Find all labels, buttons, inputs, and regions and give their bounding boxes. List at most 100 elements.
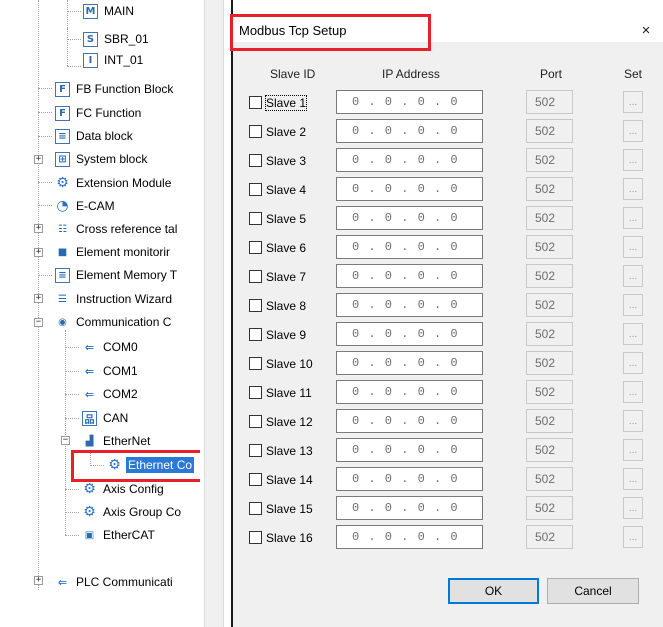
- slave-enable-checkbox[interactable]: [249, 96, 262, 109]
- set-button[interactable]: ...: [623, 381, 643, 403]
- slave-enable-checkbox[interactable]: [249, 299, 262, 312]
- port-input[interactable]: 502: [526, 409, 573, 433]
- port-input[interactable]: 502: [526, 496, 573, 520]
- set-button[interactable]: ...: [623, 468, 643, 490]
- ip-address-input[interactable]: 0 . 0 . 0 . 0: [336, 322, 483, 346]
- collapse-toggle[interactable]: −: [61, 436, 70, 445]
- set-button[interactable]: ...: [623, 236, 643, 258]
- tree-item-data-block[interactable]: ≡ Data block: [55, 126, 135, 146]
- ip-address-input[interactable]: 0 . 0 . 0 . 0: [336, 90, 483, 114]
- port-input[interactable]: 502: [526, 351, 573, 375]
- slave-enable-checkbox[interactable]: [249, 473, 262, 486]
- expand-toggle[interactable]: +: [34, 248, 43, 257]
- slave-enable-checkbox[interactable]: [249, 357, 262, 370]
- ip-address-input[interactable]: 0 . 0 . 0 . 0: [336, 119, 483, 143]
- ip-address-input[interactable]: 0 . 0 . 0 . 0: [336, 380, 483, 404]
- set-button[interactable]: ...: [623, 265, 643, 287]
- ip-address-input[interactable]: 0 . 0 . 0 . 0: [336, 409, 483, 433]
- port-input[interactable]: 502: [526, 177, 573, 201]
- set-button[interactable]: ...: [623, 439, 643, 461]
- dialog-titlebar[interactable]: Modbus Tcp Setup ×: [233, 0, 663, 42]
- cancel-button[interactable]: Cancel: [547, 578, 639, 604]
- ip-address-input[interactable]: 0 . 0 . 0 . 0: [336, 496, 483, 520]
- tree-scrollbar[interactable]: [204, 0, 224, 627]
- ip-address-input[interactable]: 0 . 0 . 0 . 0: [336, 206, 483, 230]
- slave-enable-checkbox[interactable]: [249, 502, 262, 515]
- set-button[interactable]: ...: [623, 410, 643, 432]
- slave-enable-checkbox[interactable]: [249, 444, 262, 457]
- port-input[interactable]: 502: [526, 293, 573, 317]
- tree-item-fc-function[interactable]: F FC Function: [55, 103, 143, 123]
- slave-enable-checkbox[interactable]: [249, 241, 262, 254]
- tree-item-e-cam[interactable]: ◔ E-CAM: [55, 196, 117, 216]
- tree-item-fb-function-block[interactable]: F FB Function Block: [55, 79, 175, 99]
- ip-address-input[interactable]: 0 . 0 . 0 . 0: [336, 438, 483, 462]
- port-input[interactable]: 502: [526, 438, 573, 462]
- expand-toggle[interactable]: +: [34, 224, 43, 233]
- set-button[interactable]: ...: [623, 526, 643, 548]
- slave-enable-checkbox[interactable]: [249, 415, 262, 428]
- set-button[interactable]: ...: [623, 352, 643, 374]
- tree-item-element-memory[interactable]: ≡ Element Memory T: [55, 265, 179, 285]
- port-input[interactable]: 502: [526, 467, 573, 491]
- slave-enable-checkbox[interactable]: [249, 125, 262, 138]
- port-input[interactable]: 502: [526, 322, 573, 346]
- tree-item-com1[interactable]: ⇐ COM1: [82, 361, 140, 381]
- expand-toggle[interactable]: +: [34, 576, 43, 585]
- ip-address-input[interactable]: 0 . 0 . 0 . 0: [336, 293, 483, 317]
- set-button[interactable]: ...: [623, 91, 643, 113]
- tree-item-element-monitoring[interactable]: ■ Element monitorir: [55, 242, 172, 262]
- port-input[interactable]: 502: [526, 264, 573, 288]
- ip-address-input[interactable]: 0 . 0 . 0 . 0: [336, 351, 483, 375]
- port-input[interactable]: 502: [526, 90, 573, 114]
- tree-item-axis-config[interactable]: ⚙ Axis Config: [82, 479, 166, 499]
- collapse-toggle[interactable]: −: [34, 318, 43, 327]
- port-input[interactable]: 502: [526, 380, 573, 404]
- port-input[interactable]: 502: [526, 148, 573, 172]
- tree-item-main[interactable]: M MAIN: [83, 1, 136, 21]
- ip-address-input[interactable]: 0 . 0 . 0 . 0: [336, 264, 483, 288]
- slave-enable-checkbox[interactable]: [249, 386, 262, 399]
- slave-enable-checkbox[interactable]: [249, 328, 262, 341]
- port-input[interactable]: 502: [526, 206, 573, 230]
- tree-item-ethernet[interactable]: ▟ EtherNet: [82, 431, 152, 451]
- set-button[interactable]: ...: [623, 120, 643, 142]
- tree-item-system-block[interactable]: ⊞ System block: [55, 149, 149, 169]
- slave-enable-checkbox[interactable]: [249, 531, 262, 544]
- tree-item-axis-group-config[interactable]: ⚙ Axis Group Co: [82, 502, 183, 522]
- slave-enable-checkbox[interactable]: [249, 212, 262, 225]
- tree-item-com0[interactable]: ⇐ COM0: [82, 337, 140, 357]
- ip-address-input[interactable]: 0 . 0 . 0 . 0: [336, 525, 483, 549]
- tree-item-ethernet-config[interactable]: ⚙ Ethernet Co: [107, 455, 195, 475]
- tree-splitter[interactable]: [200, 0, 232, 627]
- tree-item-sbr01[interactable]: S SBR_01: [83, 29, 151, 49]
- set-button[interactable]: ...: [623, 323, 643, 345]
- set-button[interactable]: ...: [623, 294, 643, 316]
- slave-enable-checkbox[interactable]: [249, 154, 262, 167]
- tree-item-plc-communication[interactable]: ⇐ PLC Communicati: [55, 572, 175, 592]
- tree-item-can[interactable]: 品 CAN: [82, 408, 130, 428]
- tree-item-int01[interactable]: I INT_01: [83, 50, 145, 70]
- slave-enable-checkbox[interactable]: [249, 183, 262, 196]
- tree-item-cross-reference[interactable]: ☷ Cross reference tal: [55, 219, 179, 239]
- ok-button[interactable]: OK: [448, 578, 539, 604]
- ip-address-input[interactable]: 0 . 0 . 0 . 0: [336, 148, 483, 172]
- port-input[interactable]: 502: [526, 119, 573, 143]
- port-input[interactable]: 502: [526, 235, 573, 259]
- port-input[interactable]: 502: [526, 525, 573, 549]
- ip-address-input[interactable]: 0 . 0 . 0 . 0: [336, 467, 483, 491]
- expand-toggle[interactable]: +: [34, 294, 43, 303]
- ip-address-input[interactable]: 0 . 0 . 0 . 0: [336, 177, 483, 201]
- tree-item-ethercat[interactable]: ▣ EtherCAT: [82, 525, 157, 545]
- tree-item-extension-module[interactable]: ⚙ Extension Module: [55, 173, 173, 193]
- tree-item-com2[interactable]: ⇐ COM2: [82, 384, 140, 404]
- set-button[interactable]: ...: [623, 178, 643, 200]
- ip-address-input[interactable]: 0 . 0 . 0 . 0: [336, 235, 483, 259]
- close-button[interactable]: ×: [635, 20, 657, 42]
- set-button[interactable]: ...: [623, 149, 643, 171]
- expand-toggle[interactable]: +: [34, 155, 43, 164]
- tree-item-communication[interactable]: ◉ Communication C: [55, 312, 173, 332]
- tree-item-instruction-wizard[interactable]: ☰ Instruction Wizard: [55, 289, 174, 309]
- set-button[interactable]: ...: [623, 497, 643, 519]
- slave-enable-checkbox[interactable]: [249, 270, 262, 283]
